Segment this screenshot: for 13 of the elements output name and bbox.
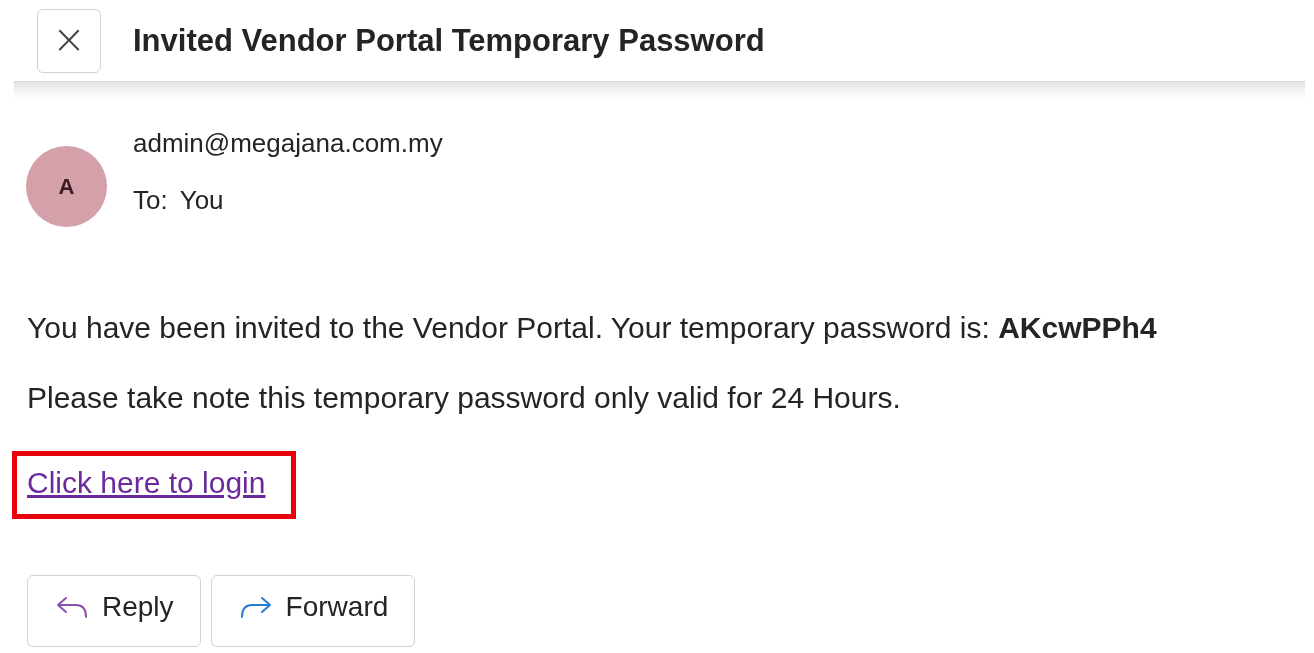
login-link[interactable]: Click here to login xyxy=(27,466,266,499)
recipient: You xyxy=(179,185,224,216)
message-paragraph: You have been invited to the Vendor Portal. Your temporary password is: AKcwPPh4 xyxy=(27,311,1158,345)
forward-button[interactable]: Forward xyxy=(210,575,416,647)
reply-button[interactable]: Reply xyxy=(27,575,201,647)
close-button[interactable]: × xyxy=(37,9,101,73)
sender-avatar: A xyxy=(26,146,107,227)
reply-icon xyxy=(56,595,88,619)
sender-address: admin@megajana.com.my xyxy=(133,128,443,159)
message-paragraph: Please take note this temporary password only valid for 24 Hours. xyxy=(27,381,902,415)
forward-icon xyxy=(239,595,272,619)
to-label: To: xyxy=(133,185,168,216)
email-subject: Invited Vendor Portal Temporary Password xyxy=(133,23,765,59)
